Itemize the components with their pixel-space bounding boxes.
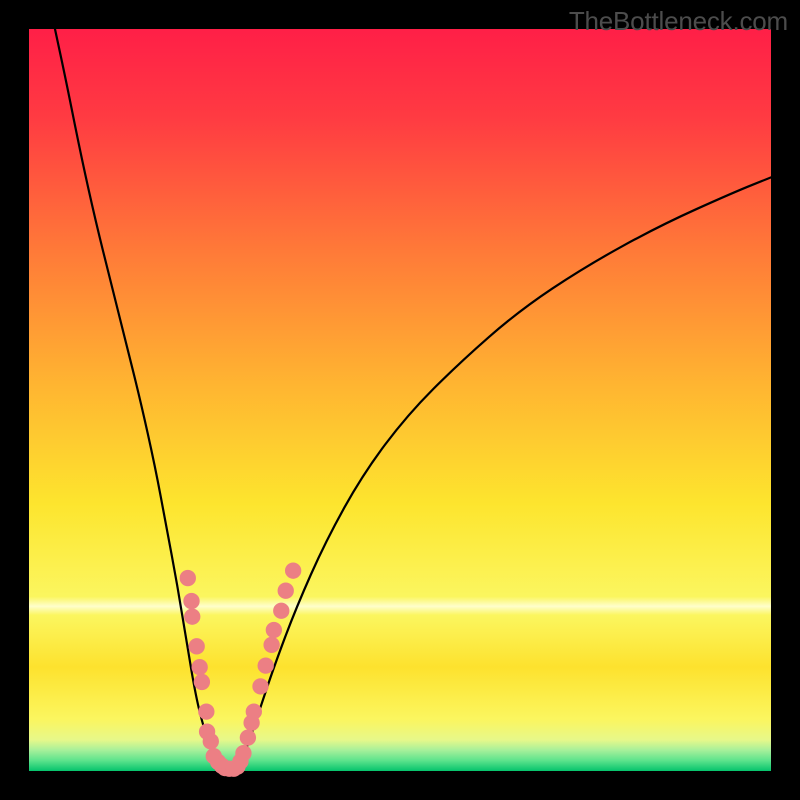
highlight-dot: [258, 657, 274, 673]
highlight-dot: [189, 638, 205, 654]
highlight-dot: [273, 603, 289, 619]
curve-right-branch: [229, 177, 771, 771]
highlight-dot: [180, 570, 196, 586]
highlight-dot: [183, 593, 199, 609]
highlight-dot: [285, 562, 301, 578]
chart-curve-layer: [29, 29, 771, 771]
highlight-dot: [266, 622, 282, 638]
chart-outer-frame: TheBottleneck.com: [0, 0, 800, 800]
highlight-dot: [240, 729, 256, 745]
highlight-dot: [252, 678, 268, 694]
curve-left-branch: [55, 29, 229, 771]
watermark-text: TheBottleneck.com: [569, 6, 788, 37]
highlight-dot: [191, 659, 207, 675]
highlight-dot: [235, 745, 251, 761]
highlight-dot: [194, 674, 210, 690]
highlight-dot: [246, 703, 262, 719]
highlight-dot: [203, 733, 219, 749]
highlight-markers: [180, 562, 302, 776]
chart-plot-area: [29, 29, 771, 771]
highlight-dot: [263, 637, 279, 653]
highlight-dot: [198, 703, 214, 719]
highlight-dot: [278, 583, 294, 599]
highlight-dot: [184, 609, 200, 625]
